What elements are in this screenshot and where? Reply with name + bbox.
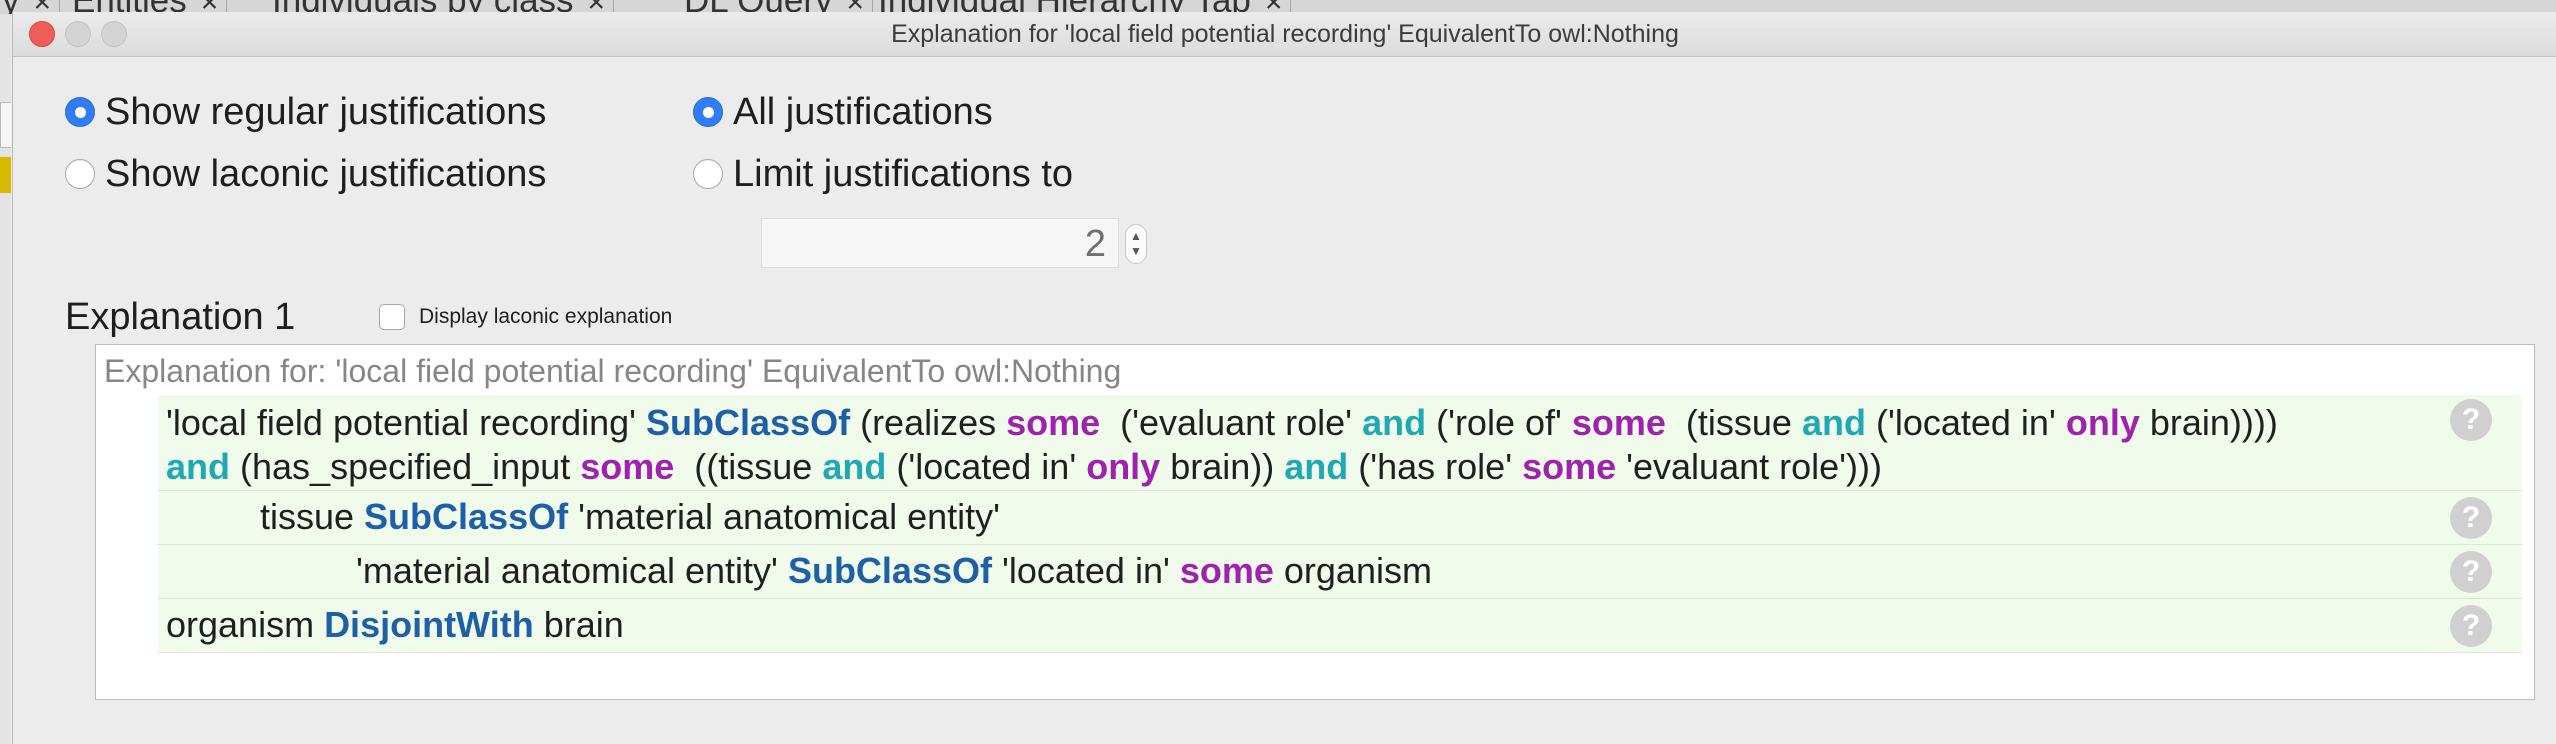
axiom-token: 'evaluant role'))) xyxy=(1616,446,1882,487)
display-laconic-checkbox[interactable] xyxy=(379,304,405,330)
help-icon[interactable]: ? xyxy=(2450,551,2492,593)
explanation-dialog: Explanation for 'local field potential r… xyxy=(12,12,2556,744)
and-keyword: and xyxy=(822,446,887,487)
axiom-token: brain)))) xyxy=(2139,402,2278,443)
axiom-token: ('located in' xyxy=(1865,402,2066,443)
class-keyword: SubClassOf xyxy=(646,402,851,443)
help-icon[interactable]: ? xyxy=(2450,605,2492,647)
background-field xyxy=(0,102,11,148)
axiom-token: ('role of' xyxy=(1426,402,1572,443)
quantifier-keyword: some xyxy=(1006,402,1101,443)
quantifier-keyword: only xyxy=(2065,402,2140,443)
class-keyword: SubClassOf xyxy=(364,496,569,537)
display-laconic-label[interactable]: Display laconic explanation xyxy=(419,305,672,329)
background-highlight xyxy=(0,157,11,193)
axiom-token: ('located in' xyxy=(886,446,1087,487)
axiom-row[interactable]: 'material anatomical entity' SubClassOf … xyxy=(158,545,2522,599)
axiom-token: tissue xyxy=(260,496,365,537)
justification-limit-stepper[interactable]: ▲ ▼ xyxy=(1125,224,1147,264)
show-laconic-radio[interactable] xyxy=(65,159,95,189)
help-icon[interactable]: ? xyxy=(2450,497,2492,539)
dialog-title: Explanation for 'local field potential r… xyxy=(891,20,1679,48)
quantifier-keyword: some xyxy=(580,446,675,487)
axiom-text: 'material anatomical entity' SubClassOf … xyxy=(356,549,1432,593)
axiom-token: (tissue xyxy=(1665,402,1802,443)
quantifier-keyword: some xyxy=(1571,402,1666,443)
show-laconic-justifications-option[interactable]: Show laconic justifications xyxy=(65,152,546,196)
all-justifications-label: All justifications xyxy=(733,90,993,133)
axiom-token: ('evaluant role' xyxy=(1100,402,1363,443)
quantifier-keyword: some xyxy=(1522,446,1617,487)
axiom-row[interactable]: tissue SubClassOf 'material anatomical e… xyxy=(158,491,2522,545)
class-keyword: DisjointWith xyxy=(324,604,534,645)
show-laconic-label: Show laconic justifications xyxy=(105,152,547,195)
justification-limit-value: 2 xyxy=(1084,223,1106,265)
explanation-title: Explanation 1 xyxy=(65,296,296,338)
axiom-text: tissue SubClassOf 'material anatomical e… xyxy=(260,495,1000,539)
axiom-line: tissue SubClassOf 'material anatomical e… xyxy=(260,495,1000,539)
explanation-header: Explanation for: 'local field potential … xyxy=(104,353,1122,389)
axiom-token: 'material anatomical entity' xyxy=(356,550,788,591)
all-justifications-option[interactable]: All justifications xyxy=(693,90,993,134)
axiom-text: organism DisjointWith brain xyxy=(166,603,624,647)
and-keyword: and xyxy=(1362,402,1427,443)
and-keyword: and xyxy=(1284,446,1349,487)
dialog-titlebar[interactable]: Explanation for 'local field potential r… xyxy=(13,12,2556,57)
show-regular-label: Show regular justifications xyxy=(105,90,547,133)
stepper-down-icon[interactable]: ▼ xyxy=(1126,245,1146,257)
class-keyword: SubClassOf xyxy=(787,550,992,591)
all-justifications-radio[interactable] xyxy=(693,97,723,127)
axiom-token: ((tissue xyxy=(674,446,823,487)
axiom-token: brain)) xyxy=(1160,446,1285,487)
limit-justifications-label: Limit justifications to xyxy=(733,152,1074,195)
axiom-line: 'local field potential recording' SubCla… xyxy=(166,401,2278,445)
background-window-edge xyxy=(0,14,11,744)
limit-justifications-radio[interactable] xyxy=(693,159,723,189)
axiom-token: 'material anatomical entity' xyxy=(568,496,1001,537)
axiom-token: (has_specified_input xyxy=(230,446,581,487)
and-keyword: and xyxy=(1801,402,1866,443)
and-keyword: and xyxy=(166,446,231,487)
axiom-line: organism DisjointWith brain xyxy=(166,603,624,647)
axiom-token: organism xyxy=(166,604,325,645)
show-regular-justifications-option[interactable]: Show regular justifications xyxy=(65,90,546,134)
show-regular-radio[interactable] xyxy=(65,97,95,127)
axiom-line: and (has_specified_input some ((tissue a… xyxy=(166,445,2278,489)
axiom-token: ('has role' xyxy=(1348,446,1523,487)
limit-justifications-option[interactable]: Limit justifications to xyxy=(693,152,1073,196)
quantifier-keyword: only xyxy=(1086,446,1161,487)
axiom-token: 'local field potential recording' xyxy=(166,402,647,443)
justification-limit-field[interactable]: 2 xyxy=(761,218,1119,268)
axiom-token: 'located in' xyxy=(991,550,1180,591)
quantifier-keyword: some xyxy=(1179,550,1274,591)
help-icon[interactable]: ? xyxy=(2450,399,2492,441)
axiom-text: 'local field potential recording' SubCla… xyxy=(166,401,2278,489)
axiom-token: (realizes xyxy=(850,402,1007,443)
axiom-row[interactable]: 'local field potential recording' SubCla… xyxy=(158,395,2522,491)
explanation-panel: Explanation for: 'local field potential … xyxy=(95,344,2535,700)
stepper-up-icon[interactable]: ▲ xyxy=(1126,230,1146,242)
axiom-line: 'material anatomical entity' SubClassOf … xyxy=(356,549,1432,593)
axiom-token: organism xyxy=(1273,550,1432,591)
axiom-token: brain xyxy=(533,604,624,645)
axiom-row[interactable]: organism DisjointWith brain ? xyxy=(158,599,2522,653)
